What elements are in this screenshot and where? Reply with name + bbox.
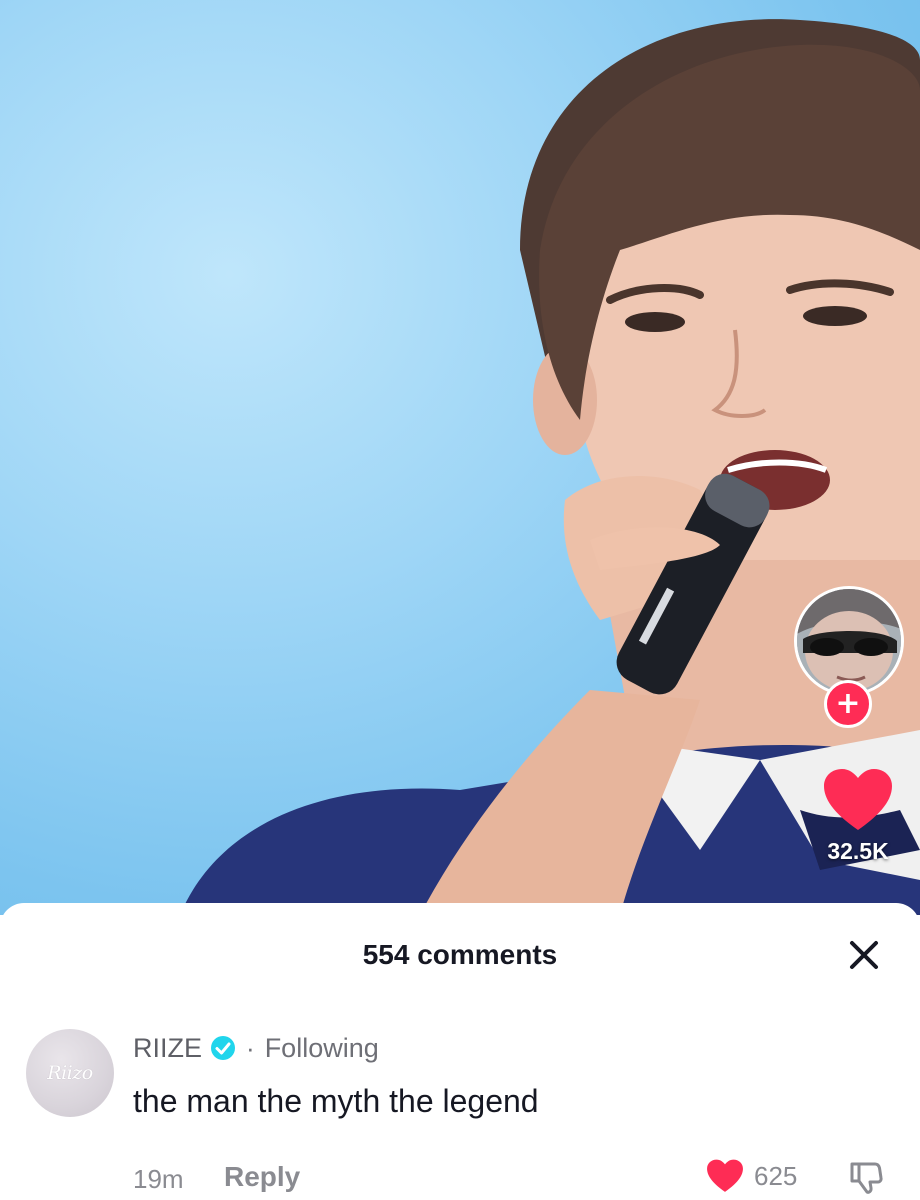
thumbs-down-icon: [850, 1162, 883, 1194]
heart-icon: [707, 1159, 743, 1192]
verified-badge-icon: [211, 1036, 236, 1060]
video-like-count: 32.5K: [827, 838, 889, 864]
commenter-avatar-logo: Riizo: [47, 1062, 93, 1084]
plus-icon: +: [835, 686, 861, 721]
comment-text: the man the myth the legend: [133, 1083, 539, 1119]
comments-count-title: 554 comments: [362, 939, 558, 970]
video-like-button[interactable]: 32.5K: [808, 768, 908, 878]
heart-icon: [824, 769, 892, 830]
comment-header: RIIZE · Following: [133, 1031, 379, 1065]
comment-timestamp: 19m: [133, 1164, 184, 1194]
video-player[interactable]: [0, 0, 920, 915]
dislike-button[interactable]: [848, 1159, 884, 1195]
commenter-username[interactable]: RIIZE: [133, 1033, 202, 1064]
follow-plus-button[interactable]: +: [824, 680, 872, 728]
creator-avatar-image: [797, 589, 901, 693]
header-separator: ·: [246, 1032, 255, 1063]
comment-like-count: 625: [754, 1160, 798, 1191]
video-frame: [180, 19, 920, 915]
reply-button[interactable]: Reply: [224, 1161, 300, 1193]
comment-like-button[interactable]: 625: [706, 1159, 797, 1193]
following-label: Following: [264, 1032, 379, 1063]
close-icon: [850, 941, 878, 969]
creator-avatar-group[interactable]: +: [794, 586, 906, 728]
commenter-avatar[interactable]: Riizo: [26, 1029, 114, 1117]
close-button[interactable]: [844, 935, 884, 975]
comment-item: Riizo RIIZE · Following the man the myth…: [0, 1021, 920, 1194]
comments-sheet: 554 comments Riizo RIIZE · Following the…: [0, 903, 920, 1200]
